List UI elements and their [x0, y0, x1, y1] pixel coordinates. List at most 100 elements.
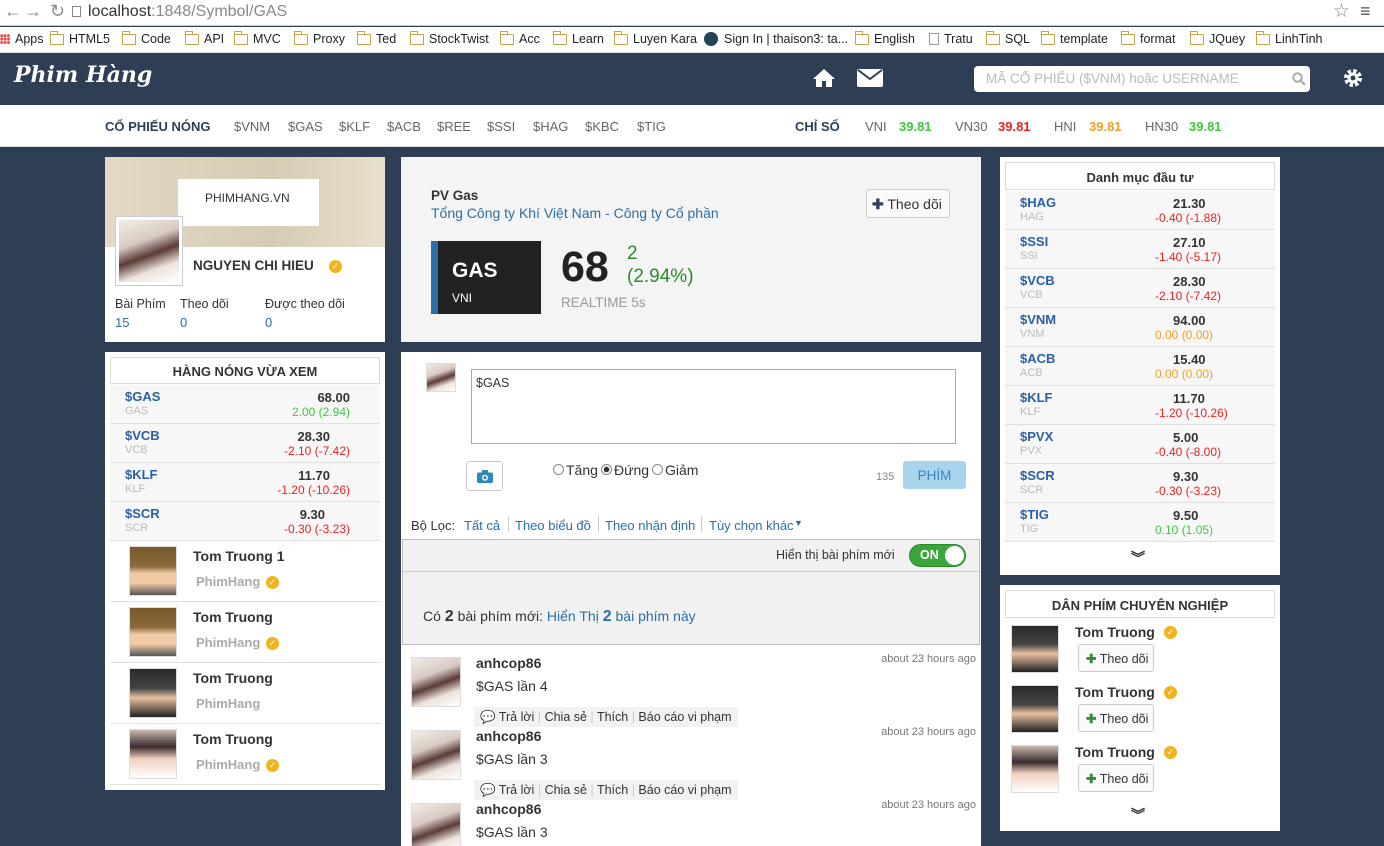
url-field[interactable]: localhost:1848/Symbol/GAS	[88, 3, 287, 21]
post-avatar[interactable]	[411, 657, 461, 707]
hot-ticker[interactable]: $GAS	[288, 119, 323, 134]
hot-ticker[interactable]: $KLF	[339, 119, 370, 134]
bookmark-folder[interactable]: format	[1120, 30, 1175, 46]
bookmark-folder[interactable]: HTML5	[49, 30, 110, 46]
bookmark-folder[interactable]: English	[854, 30, 915, 46]
like-action[interactable]: Thích	[597, 783, 628, 797]
home-icon[interactable]	[812, 68, 836, 88]
share-action[interactable]: Chia sẻ	[545, 710, 587, 724]
portfolio-row[interactable]: $TIG TIG 9.50 0.10 (1.05)	[1005, 503, 1275, 542]
post-avatar[interactable]	[411, 803, 461, 846]
radio-giam[interactable]	[652, 464, 663, 475]
user-avatar[interactable]	[129, 546, 177, 596]
reload-icon[interactable]: ↻	[50, 1, 65, 22]
user-avatar[interactable]	[129, 729, 177, 779]
submit-post-button[interactable]: PHÍM	[903, 461, 966, 489]
bookmark-folder[interactable]: LinhTinh	[1255, 30, 1323, 46]
post-avatar[interactable]	[411, 730, 461, 780]
hot-ticker[interactable]: $ACB	[387, 119, 421, 134]
expand-pros-icon[interactable]: ︾	[1131, 805, 1145, 825]
pro-follow-button[interactable]: ✚ Theo dõi	[1078, 704, 1154, 732]
user-avatar[interactable]	[129, 607, 177, 657]
post-user[interactable]: anhcop86	[476, 728, 541, 744]
user-name[interactable]: Tom Truong	[193, 670, 273, 686]
stat-value[interactable]: 0	[180, 315, 187, 330]
hot-ticker[interactable]: $HAG	[533, 119, 568, 134]
bookmark-folder[interactable]: Luyen Kara	[613, 30, 697, 46]
recent-row[interactable]: $KLF KLF 11.70 -1.20 (-10.26)	[110, 463, 380, 502]
filter-all[interactable]: Tất cả	[464, 518, 500, 533]
stat-value[interactable]: 0	[265, 315, 272, 330]
bookmark-signin[interactable]: Sign In | thaison3: ta...	[704, 32, 848, 46]
recent-row[interactable]: $SCR SCR 9.30 -0.30 (-3.23)	[110, 502, 380, 541]
portfolio-row[interactable]: $SSI SSI 27.10 -1.40 (-5.17)	[1005, 230, 1275, 269]
filter-opinion[interactable]: Theo nhận định	[605, 518, 695, 533]
portfolio-row[interactable]: $ACB ACB 15.40 0.00 (0.00)	[1005, 347, 1275, 386]
hot-ticker[interactable]: $KBC	[585, 119, 619, 134]
pro-avatar[interactable]	[1011, 685, 1059, 733]
pro-name[interactable]: Tom Truong	[1075, 624, 1155, 640]
camera-button[interactable]	[466, 461, 503, 491]
bookmark-folder[interactable]: template	[1040, 30, 1108, 46]
menu-icon[interactable]: ≡	[1360, 1, 1371, 22]
show-new-posts-link[interactable]: Hiển Thị 2 bài phím này	[547, 608, 696, 625]
pro-name[interactable]: Tom Truong	[1075, 744, 1155, 760]
bookmark-folder[interactable]: MVC	[233, 30, 281, 46]
hot-ticker[interactable]: $REE	[437, 119, 471, 134]
user-row[interactable]: Tom Truong 1 PhimHang ✓	[110, 541, 380, 602]
hot-ticker[interactable]: $VNM	[234, 119, 270, 134]
post-time[interactable]: about 23 hours ago	[881, 726, 976, 738]
pro-follow-button[interactable]: ✚ Theo dõi	[1078, 764, 1154, 792]
site-logo[interactable]: Phim Hàng	[14, 62, 152, 88]
hot-ticker[interactable]: $TIG	[637, 119, 666, 134]
pro-avatar[interactable]	[1011, 745, 1059, 793]
bookmark-apps[interactable]: Apps	[0, 32, 44, 46]
pro-follow-button[interactable]: ✚ Theo dõi	[1078, 644, 1154, 672]
portfolio-row[interactable]: $VNM VNM 94.00 0.00 (0.00)	[1005, 308, 1275, 347]
bookmark-folder[interactable]: JQuey	[1189, 30, 1245, 46]
bookmark-folder[interactable]: Learn	[552, 30, 604, 46]
new-posts-toggle[interactable]: ON	[909, 544, 966, 567]
expand-portfolio-icon[interactable]: ︾	[1131, 548, 1145, 568]
bookmark-folder[interactable]: Proxy	[293, 30, 345, 46]
bookmark-page[interactable]: Tratu	[929, 32, 973, 46]
search-icon[interactable]	[1292, 72, 1306, 86]
post-user[interactable]: anhcop86	[476, 801, 541, 817]
reply-action[interactable]: Trả lời	[499, 783, 535, 797]
back-icon[interactable]: ←	[4, 1, 22, 22]
radio-tang[interactable]	[553, 464, 564, 475]
bookmark-folder[interactable]: Code	[121, 30, 171, 46]
portfolio-row[interactable]: $VCB VCB 28.30 -2.10 (-7.42)	[1005, 269, 1275, 308]
portfolio-row[interactable]: $SCR SCR 9.30 -0.30 (-3.23)	[1005, 464, 1275, 503]
post-textarea[interactable]: $GAS	[471, 369, 956, 444]
portfolio-row[interactable]: $KLF KLF 11.70 -1.20 (-10.26)	[1005, 386, 1275, 425]
bookmark-folder[interactable]: SQL	[985, 30, 1030, 46]
user-row[interactable]: Tom Truong PhimHang	[110, 663, 380, 724]
post-time[interactable]: about 23 hours ago	[881, 653, 976, 665]
pro-name[interactable]: Tom Truong	[1075, 684, 1155, 700]
recent-row[interactable]: $GAS GAS 68.00 2.00 (2.94)	[110, 385, 380, 424]
bookmark-folder[interactable]: API	[184, 30, 224, 46]
share-action[interactable]: Chia sẻ	[545, 783, 587, 797]
follow-button[interactable]: ✚ Theo dõi	[866, 189, 950, 218]
profile-avatar[interactable]	[116, 217, 182, 285]
pro-avatar[interactable]	[1011, 625, 1059, 673]
user-row[interactable]: Tom Truong PhimHang ✓	[110, 724, 380, 785]
bookmark-folder[interactable]: StockTwist	[409, 30, 489, 46]
report-action[interactable]: Báo cáo vi phạm	[638, 710, 731, 724]
mail-icon[interactable]	[857, 69, 883, 87]
user-name[interactable]: Tom Truong	[193, 609, 273, 625]
profile-name[interactable]: NGUYEN CHI HIEU	[193, 258, 314, 273]
user-name[interactable]: Tom Truong	[193, 731, 273, 747]
user-name[interactable]: Tom Truong 1	[193, 548, 285, 564]
post-time[interactable]: about 23 hours ago	[881, 799, 976, 811]
gear-icon[interactable]	[1342, 67, 1364, 89]
portfolio-row[interactable]: $HAG HAG 21.30 -0.40 (-1.88)	[1005, 191, 1275, 230]
post-user[interactable]: anhcop86	[476, 655, 541, 671]
star-icon[interactable]: ☆	[1333, 0, 1350, 23]
portfolio-row[interactable]: $PVX PVX 5.00 -0.40 (-8.00)	[1005, 425, 1275, 464]
radio-dung[interactable]	[601, 464, 612, 475]
bookmark-folder[interactable]: Ted	[356, 30, 396, 46]
like-action[interactable]: Thích	[597, 710, 628, 724]
user-row[interactable]: Tom Truong PhimHang ✓	[110, 602, 380, 663]
